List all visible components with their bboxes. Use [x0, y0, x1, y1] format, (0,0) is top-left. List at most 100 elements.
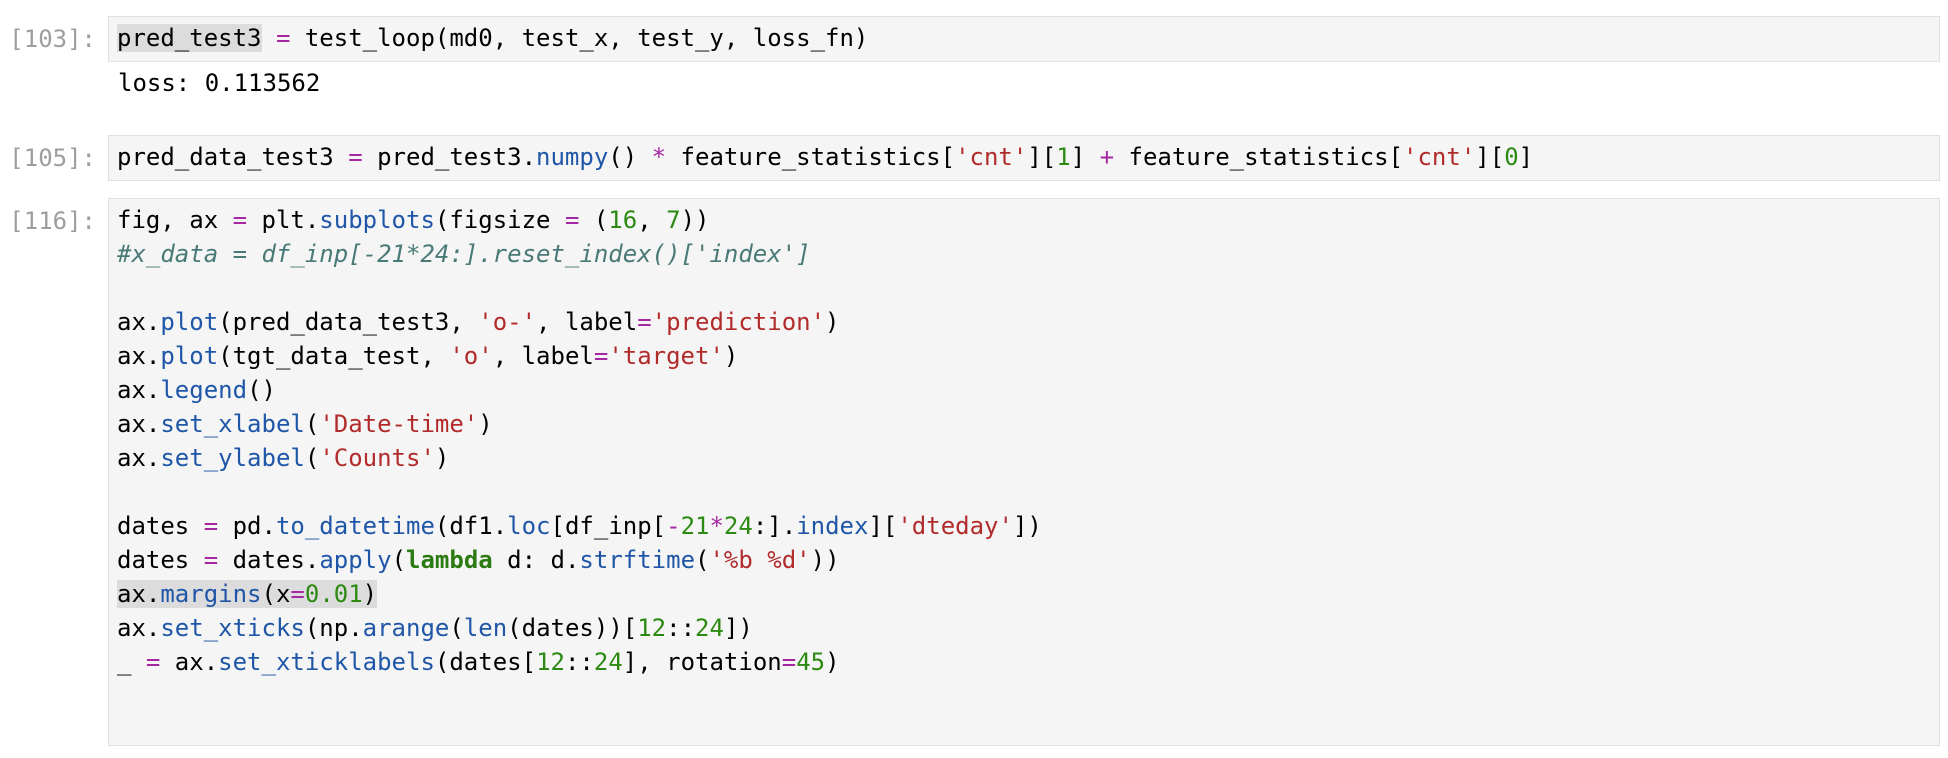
code-token: ) — [478, 410, 493, 438]
code-operator: = — [637, 308, 652, 336]
code-method: subplots — [319, 206, 435, 234]
code-token: feature_statistics[ — [1114, 143, 1404, 171]
code-token: , — [637, 206, 667, 234]
code-token: ) — [434, 444, 450, 472]
code-number: 16 — [608, 206, 638, 234]
code-token: ], rotation — [622, 648, 782, 676]
code-line: fig, ax = plt.subplots(figsize = (16, 7)… — [117, 203, 1042, 237]
code-token: ( — [304, 444, 320, 472]
code-token: (pred_data_test3, — [218, 308, 479, 336]
code-number: 24 — [723, 512, 753, 540]
code-token: (x — [261, 580, 291, 608]
code-operator: = — [203, 546, 219, 574]
code-text[interactable]: fig, ax = plt.subplots(figsize = (16, 7)… — [117, 203, 1042, 679]
code-method: loc — [507, 512, 551, 540]
code-operator: = — [203, 512, 219, 540]
code-token: :: — [564, 648, 594, 676]
code-token: ( — [391, 546, 407, 574]
code-token: )) — [810, 546, 840, 574]
code-token: test_loop(md0, test_x, test_y, loss_fn) — [290, 24, 869, 52]
code-comment: #x_data = df_inp[-21*24:].reset_index()[… — [117, 240, 811, 268]
code-method: set_xticklabels — [218, 648, 435, 676]
code-token: ][ — [868, 512, 898, 540]
code-token: ax. — [117, 410, 161, 438]
code-token: ( — [579, 206, 609, 234]
code-method: plot — [160, 342, 219, 370]
code-string: 'dteday' — [897, 512, 1013, 540]
code-token: d: d. — [492, 546, 580, 574]
code-line: ax.set_ylabel('Counts') — [117, 441, 1042, 475]
code-token: fig, ax — [117, 206, 233, 234]
code-token: pd. — [218, 512, 276, 540]
code-token: ) — [723, 342, 739, 370]
code-token: ( — [304, 410, 320, 438]
code-token: ) — [362, 580, 378, 608]
code-token: pred_test3. — [362, 143, 537, 171]
code-string: 'cnt' — [1403, 143, 1476, 171]
code-highlight: ax.margins(x=0.01) — [117, 580, 378, 608]
code-number: 45 — [796, 648, 826, 676]
code-number: 1 — [1056, 143, 1071, 171]
code-token: dates — [117, 512, 204, 540]
code-token: ax. — [117, 376, 161, 404]
code-token: ax. — [160, 648, 219, 676]
notebook-cell-103[interactable]: [103]: pred_test3 = test_loop(md0, test_… — [0, 16, 1948, 116]
code-token: () — [608, 143, 652, 171]
code-token: (dates))[ — [507, 614, 638, 642]
code-string: '%b %d' — [709, 546, 811, 574]
code-token: _ — [117, 648, 146, 676]
code-operator: - — [666, 512, 681, 540]
code-string: 'cnt' — [955, 143, 1028, 171]
code-token: ) — [825, 308, 840, 336]
code-line: ax.legend() — [117, 373, 1042, 407]
code-operator: = — [145, 648, 161, 676]
code-string: 'Date-time' — [319, 410, 479, 438]
code-token: ax. — [117, 580, 161, 608]
code-text[interactable]: pred_data_test3 = pred_test3.numpy() * f… — [117, 140, 1533, 174]
code-token: dates. — [218, 546, 320, 574]
code-token: )) — [680, 206, 710, 234]
code-number: 24 — [695, 614, 724, 642]
code-token: ( — [449, 614, 464, 642]
code-line: _ = ax.set_xticklabels(dates[12::24], ro… — [117, 645, 1042, 679]
code-string: 'Counts' — [319, 444, 435, 472]
code-method: apply — [319, 546, 392, 574]
notebook-cell-116[interactable]: [116]: fig, ax = plt.subplots(figsize = … — [0, 198, 1948, 750]
code-string: 'o' — [449, 342, 493, 370]
code-method: margins — [160, 580, 262, 608]
code-method: set_ylabel — [160, 444, 305, 472]
code-line: dates = dates.apply(lambda d: d.strftime… — [117, 543, 1042, 577]
code-input-area[interactable]: pred_test3 = test_loop(md0, test_x, test… — [108, 16, 1940, 62]
cell-output-text: loss: 0.113562 — [118, 69, 321, 97]
code-token: ax. — [117, 308, 161, 336]
code-operator: * — [709, 512, 724, 540]
code-line: ax.set_xlabel('Date-time') — [117, 407, 1042, 441]
code-line: ax.plot(tgt_data_test, 'o', label='targe… — [117, 339, 1042, 373]
code-method: to_datetime — [275, 512, 435, 540]
code-keyword: lambda — [406, 546, 493, 574]
code-token: plt. — [247, 206, 320, 234]
code-token: ] — [1518, 143, 1534, 171]
code-line: ax.margins(x=0.01) — [117, 577, 1042, 611]
code-text[interactable]: pred_test3 = test_loop(md0, test_x, test… — [117, 21, 868, 55]
code-line: ax.set_xticks(np.arange(len(dates))[12::… — [117, 611, 1042, 645]
code-number: 0 — [1504, 143, 1519, 171]
execution-count-prompt: [105]: — [9, 144, 96, 172]
code-token: dates — [117, 546, 204, 574]
code-token: ][ — [1475, 143, 1505, 171]
execution-count-prompt: [103]: — [9, 25, 96, 53]
notebook-cell-105[interactable]: [105]: pred_data_test3 = pred_test3.nump… — [0, 135, 1948, 185]
code-token: ax. — [117, 444, 161, 472]
code-number: 7 — [666, 206, 681, 234]
code-token: [df_inp[ — [550, 512, 667, 540]
code-input-area[interactable]: fig, ax = plt.subplots(figsize = (16, 7)… — [108, 198, 1940, 746]
code-input-area[interactable]: pred_data_test3 = pred_test3.numpy() * f… — [108, 135, 1940, 181]
code-number: 21 — [680, 512, 710, 540]
code-operator: = — [781, 648, 797, 676]
code-line: ax.plot(pred_data_test3, 'o-', label='pr… — [117, 305, 1042, 339]
code-line: dates = pd.to_datetime(df1.loc[df_inp[-2… — [117, 509, 1042, 543]
code-token: pred_test3 — [117, 24, 262, 52]
code-operator: * — [651, 143, 667, 171]
